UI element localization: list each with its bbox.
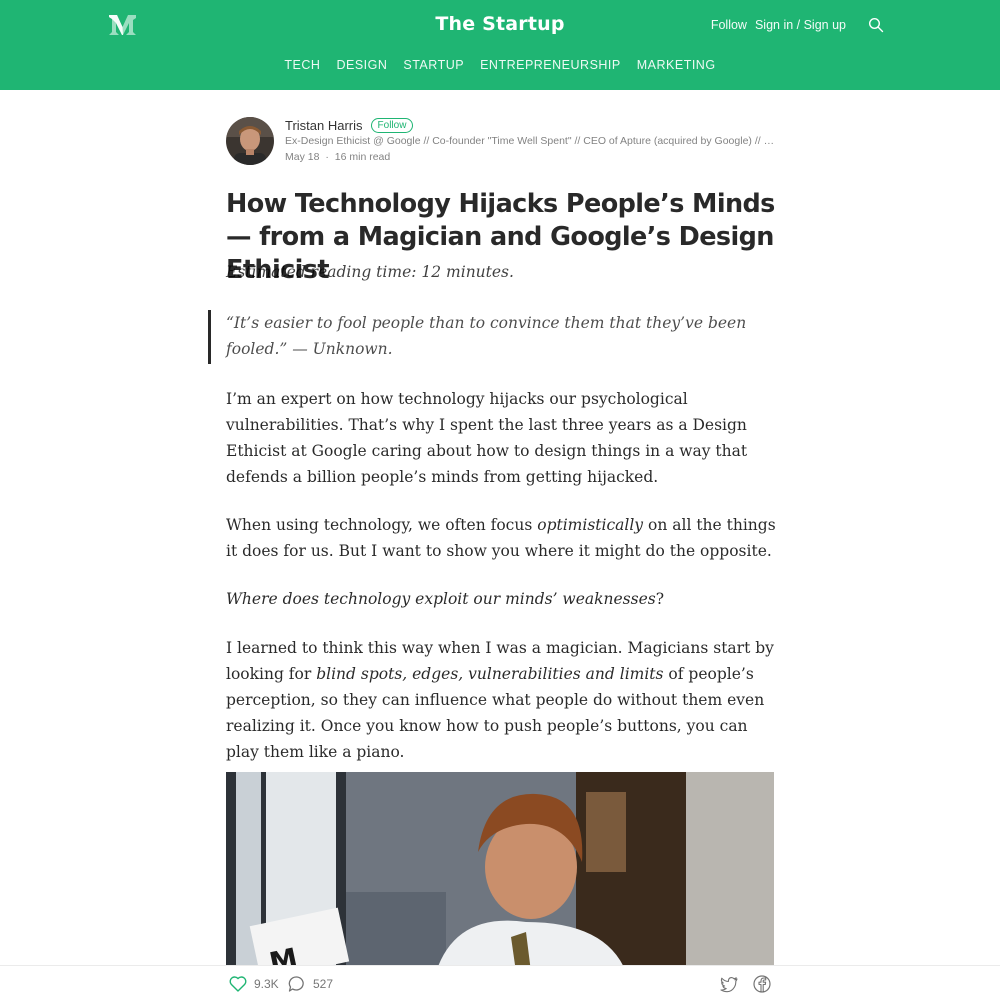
share-facebook[interactable] — [752, 974, 772, 994]
author-bio: Ex-Design Ethicist @ Google // Co-founde… — [285, 135, 777, 147]
comment-count: 527 — [313, 977, 334, 991]
comment-icon[interactable] — [287, 974, 307, 994]
author-name-row: Tristan Harris Follow — [285, 118, 414, 133]
paragraph-3: Where does technology exploit our minds’… — [226, 586, 778, 612]
article-subtitle: Estimated reading time: 12 minutes. — [226, 263, 514, 281]
paragraph-3-emphasis: Where does technology exploit our minds’… — [226, 590, 656, 608]
post-date[interactable]: May 18 — [285, 151, 319, 163]
article-photo[interactable]: M — [226, 772, 774, 972]
read-time: 16 min read — [334, 151, 391, 163]
paragraph-1: I’m an expert on how technology hijacks … — [226, 390, 748, 486]
paragraph-2-emphasis: optimistically — [537, 516, 644, 534]
article-quote: “It’s easier to fool people than to conv… — [226, 314, 747, 358]
nav-item-entrepreneurship[interactable]: ENTREPRENEURSHIP — [480, 58, 621, 72]
author-name[interactable]: Tristan Harris — [285, 118, 363, 133]
nav-item-marketing[interactable]: MARKETING — [637, 58, 716, 72]
nav-item-tech[interactable]: TECH — [284, 58, 320, 72]
follow-author-button[interactable]: Follow — [370, 118, 414, 133]
article-action-bar: 9.3K 527 — [0, 965, 1000, 1000]
share-twitter[interactable] — [719, 974, 739, 994]
author-avatar[interactable] — [226, 117, 274, 165]
like-control[interactable]: 9.3K — [228, 974, 279, 994]
magician-photo-image: M — [226, 772, 774, 972]
post-meta: May 18 · 16 min read — [285, 151, 390, 163]
paragraph-4: I learned to think this way when I was a… — [226, 635, 778, 765]
twitter-icon[interactable] — [719, 974, 739, 994]
paragraph-4-emphasis: blind spots, edges, vulnerabilities and … — [316, 665, 664, 683]
nav-item-design[interactable]: DESIGN — [336, 58, 387, 72]
follow-publication-link[interactable]: Follow — [711, 18, 747, 32]
comments-control[interactable]: 527 — [287, 974, 333, 994]
blockquote-bar — [208, 310, 211, 364]
site-header: The Startup Follow Sign in / Sign up TEC… — [0, 0, 1000, 90]
facebook-icon[interactable] — [752, 974, 772, 994]
paragraph-3-text-b: ? — [655, 590, 665, 608]
signin-link[interactable]: Sign in / Sign up — [755, 18, 846, 32]
header-actions: Follow Sign in / Sign up — [711, 17, 884, 33]
meta-separator: · — [325, 151, 329, 163]
paragraph-2-text-a: When using technology, we often focus — [226, 516, 538, 534]
author-avatar-image — [226, 117, 274, 165]
paragraph-2: When using technology, we often focus op… — [226, 512, 778, 564]
like-count: 9.3K — [254, 977, 279, 991]
heart-icon[interactable] — [228, 974, 248, 994]
publication-nav: TECH DESIGN STARTUP ENTREPRENEURSHIP MAR… — [0, 58, 1000, 72]
nav-item-startup[interactable]: STARTUP — [403, 58, 464, 72]
search-icon[interactable] — [868, 17, 884, 33]
